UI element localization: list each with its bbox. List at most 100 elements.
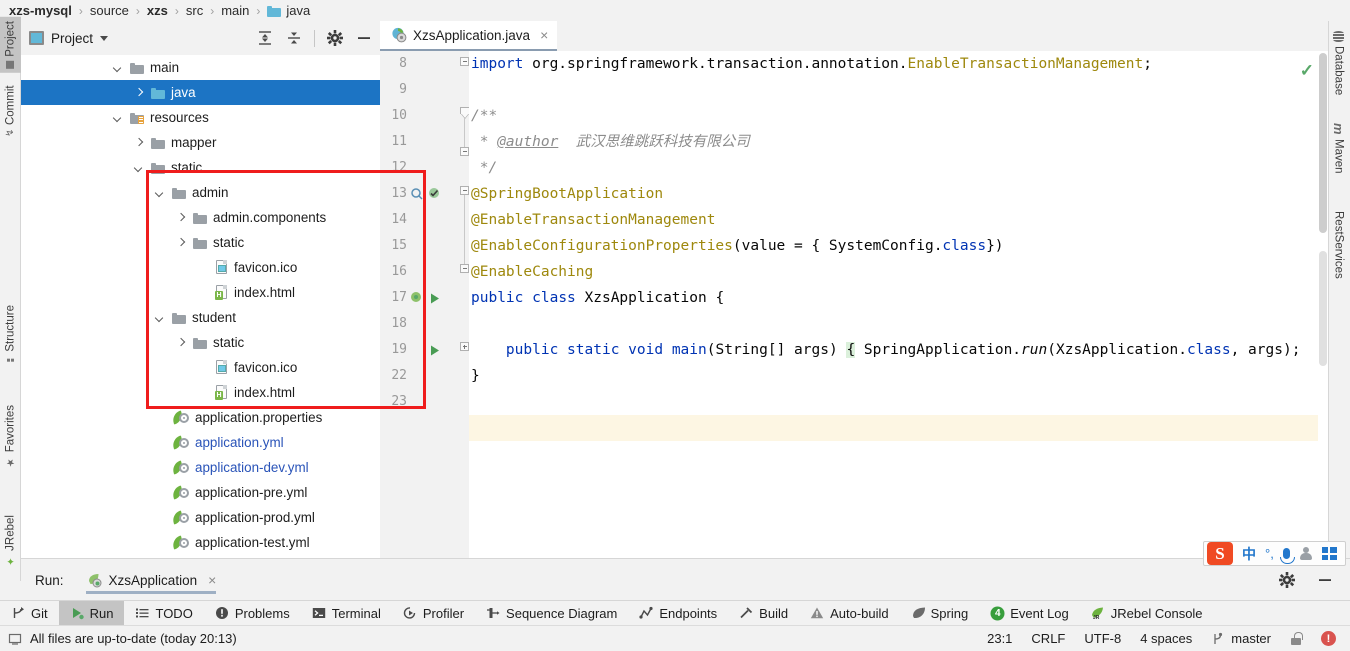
code-line[interactable]: @EnableCaching: [471, 259, 593, 285]
tree-node-static[interactable]: static: [21, 230, 380, 255]
chinese-mode-icon[interactable]: 中: [1242, 544, 1256, 564]
project-tree[interactable]: main java resources mapper static admin admin.…: [21, 55, 380, 558]
code-line[interactable]: @SpringBootApplication: [471, 181, 663, 207]
breadcrumb-item-1[interactable]: source: [87, 3, 132, 18]
collapse-all-button[interactable]: [285, 29, 303, 47]
tree-node-favicon-ico[interactable]: favicon.ico: [21, 355, 380, 380]
code-line[interactable]: /**: [471, 103, 497, 129]
punctuation-icon[interactable]: °,: [1265, 546, 1274, 561]
fold-marker-javadoc-end[interactable]: [460, 147, 469, 156]
microphone-icon[interactable]: [1279, 548, 1295, 564]
chevron-right-icon[interactable]: [174, 336, 187, 349]
code-line[interactable]: public class XzsApplication {: [471, 285, 724, 311]
bottom-tool-auto-build[interactable]: Auto-build: [799, 601, 900, 626]
expand-all-button[interactable]: [256, 29, 274, 47]
code-line[interactable]: */: [471, 155, 497, 181]
tree-node-static[interactable]: static: [21, 330, 380, 355]
breadcrumb-item-3[interactable]: src: [183, 3, 206, 18]
run-method-gutter-icon[interactable]: [428, 344, 441, 357]
tree-node-application-properties[interactable]: application.properties: [21, 405, 380, 430]
tree-node-resources[interactable]: resources: [21, 105, 380, 130]
scrollbar-thumb[interactable]: [1319, 53, 1327, 233]
navigate-gutter-icon[interactable]: [410, 187, 423, 200]
code-line[interactable]: @EnableTransactionManagement: [471, 207, 715, 233]
close-icon[interactable]: ×: [540, 27, 548, 43]
tree-node-admin[interactable]: admin: [21, 180, 380, 205]
sidebar-item-restservices[interactable]: RestServices: [1328, 207, 1349, 283]
grid-icon[interactable]: [1321, 547, 1337, 560]
tree-node-static[interactable]: static: [21, 155, 380, 180]
ime-floating-toolbar[interactable]: S 中 °,: [1203, 541, 1346, 566]
bottom-tool-run[interactable]: Run: [58, 600, 125, 626]
bottom-tool-build[interactable]: Build: [728, 601, 799, 626]
sidebar-item-database[interactable]: Database: [1328, 27, 1349, 99]
tree-node-application-dev-yml[interactable]: application-dev.yml: [21, 455, 380, 480]
tree-node-favicon-ico[interactable]: favicon.ico: [21, 255, 380, 280]
fold-marker-class[interactable]: [460, 186, 469, 195]
editor-tab-xzsapplication[interactable]: XzsApplication.java ×: [380, 21, 558, 51]
code-line[interactable]: import org.springframework.transaction.a…: [471, 51, 1152, 77]
inspection-ok-icon[interactable]: ✓: [1300, 61, 1314, 81]
sidebar-item-commit[interactable]: ↯ Commit: [0, 81, 21, 141]
code-line[interactable]: }: [471, 363, 480, 389]
spring-bean-gutter-icon[interactable]: [428, 187, 441, 200]
bottom-tool-profiler[interactable]: Profiler: [392, 601, 475, 626]
bottom-tool-endpoints[interactable]: Endpoints: [628, 601, 728, 626]
error-badge[interactable]: !: [1321, 631, 1336, 646]
tree-node-index-html[interactable]: Hindex.html: [21, 380, 380, 405]
bottom-tool-git[interactable]: Git: [0, 601, 59, 626]
bottom-tool-sequence-diagram[interactable]: Sequence Diagram: [475, 601, 628, 626]
line-separator[interactable]: CRLF: [1031, 631, 1065, 646]
tree-node-index-html[interactable]: Hindex.html: [21, 280, 380, 305]
person-icon[interactable]: [1299, 547, 1313, 560]
bottom-tool-todo[interactable]: TODO: [124, 601, 203, 626]
chevron-down-icon[interactable]: [153, 186, 166, 199]
git-branch-widget[interactable]: master: [1211, 631, 1271, 646]
chevron-right-icon[interactable]: [132, 86, 145, 99]
breadcrumb-item-4[interactable]: main: [218, 3, 252, 18]
hide-panel-button[interactable]: [1316, 571, 1334, 589]
chevron-right-icon[interactable]: [174, 236, 187, 249]
fold-marker-class-end[interactable]: [460, 264, 469, 273]
chevron-down-icon[interactable]: [111, 61, 124, 74]
bottom-tool-event-log[interactable]: 4 Event Log: [979, 601, 1080, 626]
breadcrumb-item-5[interactable]: java: [264, 3, 313, 18]
sidebar-item-favorites[interactable]: ★ Favorites: [0, 401, 21, 471]
bottom-tool-terminal[interactable]: Terminal: [301, 601, 392, 626]
tree-node-application-prod-yml[interactable]: application-prod.yml: [21, 505, 380, 530]
chevron-down-icon[interactable]: [100, 35, 109, 41]
tree-node-java[interactable]: java: [21, 80, 380, 105]
run-gutter-icon[interactable]: [428, 292, 441, 305]
bottom-tool-problems[interactable]: Problems: [204, 601, 301, 626]
file-encoding[interactable]: UTF-8: [1084, 631, 1121, 646]
spring-boot-gutter-icon[interactable]: [410, 291, 423, 304]
sidebar-item-maven[interactable]: m Maven: [1328, 119, 1349, 177]
sidebar-item-jrebel[interactable]: ✦ JRebel: [0, 511, 21, 570]
sidebar-item-project[interactable]: Project: [0, 17, 21, 73]
settings-button[interactable]: [326, 29, 344, 47]
project-panel-title-box[interactable]: Project: [29, 31, 109, 46]
chevron-down-icon[interactable]: [111, 111, 124, 124]
sidebar-item-structure[interactable]: Structure: [0, 301, 21, 368]
sogou-icon[interactable]: S: [1207, 542, 1233, 565]
tree-node-main[interactable]: main: [21, 55, 380, 80]
tree-node-admin-components[interactable]: admin.components: [21, 205, 380, 230]
tree-node-application-yml[interactable]: application.yml: [21, 430, 380, 455]
chevron-right-icon[interactable]: [132, 136, 145, 149]
fold-marker-method[interactable]: [460, 342, 469, 351]
code-line[interactable]: * @author 武汉思维跳跃科技有限公司: [471, 129, 750, 155]
tree-node-mapper[interactable]: mapper: [21, 130, 380, 155]
editor-vertical-scrollbar[interactable]: [1318, 51, 1328, 558]
breadcrumb-item-2[interactable]: xzs: [144, 3, 171, 18]
chevron-down-icon[interactable]: [132, 161, 145, 174]
lock-icon[interactable]: [1290, 632, 1303, 645]
run-tab-xzsapplication[interactable]: XzsApplication ×: [85, 559, 216, 601]
chevron-right-icon[interactable]: [174, 211, 187, 224]
bottom-tool-jrebel-console[interactable]: JR JRebel Console: [1080, 601, 1214, 626]
breadcrumb-item-0[interactable]: xzs-mysql: [6, 3, 75, 18]
indent-setting[interactable]: 4 spaces: [1140, 631, 1192, 646]
code-line[interactable]: public static void main(String[] args) {…: [471, 337, 1300, 363]
tree-node-application-pre-yml[interactable]: application-pre.yml: [21, 480, 380, 505]
code-line[interactable]: @EnableConfigurationProperties(value = {…: [471, 233, 1004, 259]
tree-node-student[interactable]: student: [21, 305, 380, 330]
